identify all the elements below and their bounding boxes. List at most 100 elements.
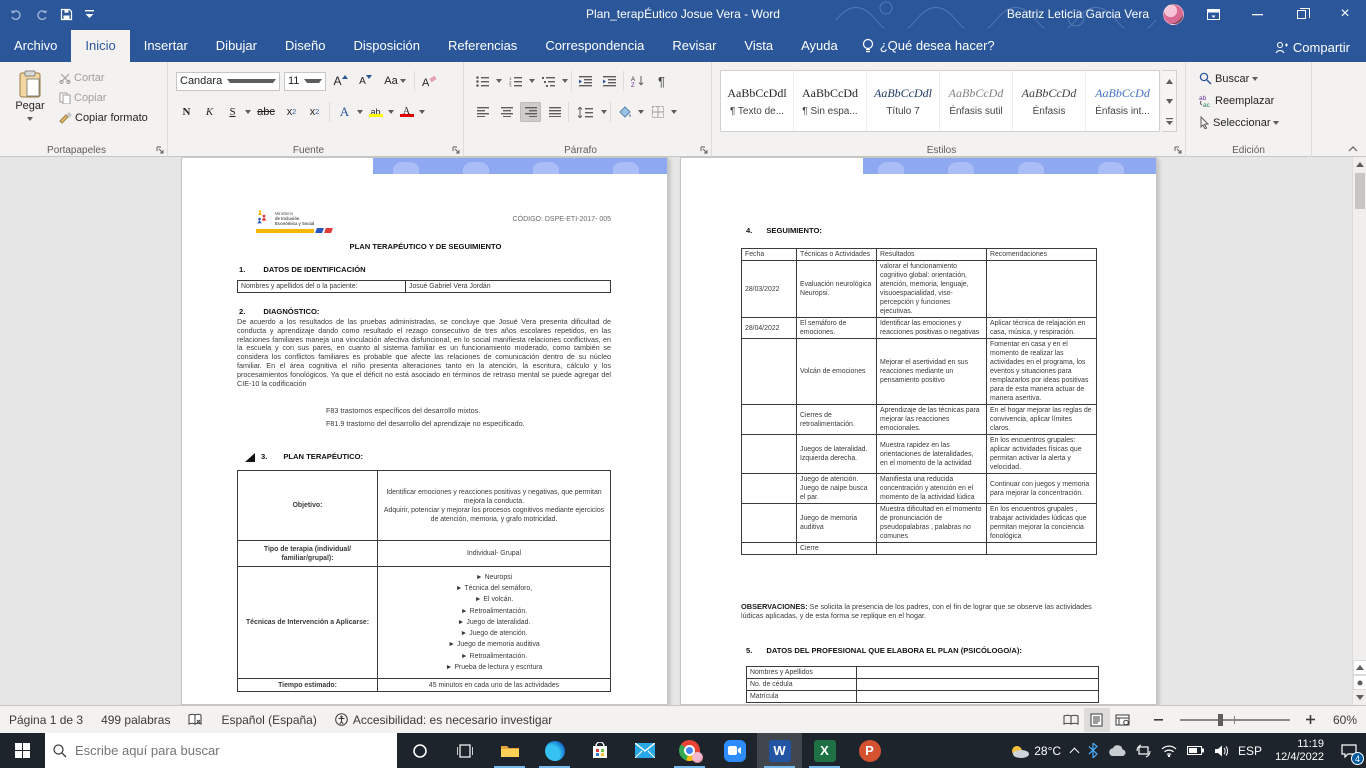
zoom-level[interactable]: 60% (1324, 713, 1366, 727)
word-count[interactable]: 499 palabras (92, 706, 179, 733)
change-case-button[interactable]: Aa (380, 71, 410, 91)
multilevel-list-button[interactable] (538, 71, 559, 91)
tab-revisar[interactable]: Revisar (658, 30, 730, 62)
decrease-indent-button[interactable] (575, 71, 596, 91)
justify-button[interactable] (544, 102, 565, 122)
text-effects-button[interactable]: A (334, 102, 355, 122)
select-browse-object-button[interactable] (1353, 675, 1366, 690)
paste-button[interactable]: Pegar (8, 70, 52, 124)
strikethrough-button[interactable]: abc (253, 102, 279, 122)
numbering-button[interactable]: 123 (505, 71, 526, 91)
tab-correspondencia[interactable]: Correspondencia (531, 30, 658, 62)
minimize-button[interactable] (1242, 0, 1272, 28)
dialog-launcher-icon[interactable] (700, 146, 708, 154)
word-button[interactable]: W (757, 733, 802, 768)
tab-diseno[interactable]: Diseño (271, 30, 339, 62)
task-view-button[interactable] (442, 733, 487, 768)
paste-dropdown[interactable] (27, 117, 33, 121)
battery-icon[interactable] (1182, 733, 1209, 768)
zoom-slider[interactable] (1180, 719, 1290, 721)
copy-button[interactable]: Copiar (56, 90, 151, 106)
style-titulo7[interactable]: AaBbCcDdlTítulo 7 (867, 71, 940, 131)
cortana-button[interactable] (397, 733, 442, 768)
font-size-combo[interactable]: 11 (284, 72, 326, 91)
styles-scroll-down-icon[interactable] (1162, 91, 1176, 111)
print-layout-button[interactable] (1084, 708, 1110, 732)
align-center-button[interactable] (496, 102, 517, 122)
dialog-launcher-icon[interactable] (452, 146, 460, 154)
page-indicator[interactable]: Página 1 de 3 (0, 706, 92, 733)
keyboard-language[interactable]: ESP (1233, 733, 1267, 768)
shrink-font-button[interactable]: A (355, 71, 376, 91)
cast-icon[interactable] (1131, 733, 1156, 768)
share-button[interactable]: Compartir (1275, 40, 1350, 55)
tab-inicio[interactable]: Inicio (71, 30, 129, 62)
align-left-button[interactable] (472, 102, 493, 122)
language-indicator[interactable]: Español (España) (212, 706, 325, 733)
clock[interactable]: 11:19 12/4/2022 (1267, 738, 1332, 764)
tray-expand-icon[interactable] (1066, 733, 1083, 768)
increase-indent-button[interactable] (599, 71, 620, 91)
start-button[interactable] (0, 733, 45, 768)
bullets-button[interactable] (472, 71, 493, 91)
heading-collapse-marker[interactable] (245, 453, 255, 462)
save-icon[interactable] (60, 8, 73, 21)
font-family-combo[interactable]: Candara (176, 72, 280, 91)
previous-page-button[interactable] (1353, 660, 1366, 675)
bold-button[interactable]: N (176, 102, 197, 122)
format-painter-button[interactable]: Copiar formato (56, 110, 151, 126)
redo-icon[interactable] (35, 9, 48, 20)
style-enfasis-sutil[interactable]: AaBbCcDdÉnfasis sutil (940, 71, 1013, 131)
shading-button[interactable] (614, 102, 635, 122)
scroll-up-icon[interactable] (1353, 157, 1366, 172)
styles-more-icon[interactable] (1162, 111, 1176, 131)
clear-formatting-button[interactable]: A (419, 71, 440, 91)
read-mode-button[interactable] (1058, 708, 1084, 732)
file-explorer-button[interactable] (487, 733, 532, 768)
vertical-scrollbar[interactable] (1352, 157, 1366, 705)
tell-me-box[interactable]: ¿Qué desea hacer? (852, 30, 1007, 62)
taskbar-search[interactable] (45, 733, 397, 768)
styles-scroll-up-icon[interactable] (1162, 71, 1176, 91)
style-texto[interactable]: AaBbCcDdl¶ Texto de... (721, 71, 794, 131)
pilcrow-button[interactable]: ¶ (651, 71, 672, 91)
undo-icon[interactable] (10, 9, 23, 20)
tab-ayuda[interactable]: Ayuda (787, 30, 852, 62)
tab-dibujar[interactable]: Dibujar (202, 30, 271, 62)
restore-button[interactable] (1286, 0, 1316, 28)
zoom-app-button[interactable] (712, 733, 757, 768)
wifi-icon[interactable] (1156, 733, 1182, 768)
close-button[interactable]: × (1330, 0, 1360, 28)
store-button[interactable] (577, 733, 622, 768)
style-sin-espaciado[interactable]: AaBbCcDd¶ Sin espa... (794, 71, 867, 131)
underline-button[interactable]: S (222, 102, 243, 122)
select-button[interactable]: Seleccionar (1196, 114, 1282, 131)
volume-icon[interactable] (1209, 733, 1233, 768)
zoom-in-button[interactable] (1298, 708, 1324, 732)
excel-button[interactable]: X (802, 733, 847, 768)
italic-button[interactable]: K (199, 102, 220, 122)
line-spacing-button[interactable] (572, 102, 598, 122)
superscript-button[interactable]: x2 (304, 102, 325, 122)
edge-button[interactable] (532, 733, 577, 768)
subscript-button[interactable]: x2 (281, 102, 302, 122)
sort-button[interactable]: AZ (627, 71, 648, 91)
account-name[interactable]: Beatriz Leticia Garcia Vera (1007, 7, 1149, 21)
avatar[interactable] (1163, 4, 1184, 25)
cut-button[interactable]: Cortar (56, 70, 151, 86)
tab-disposicion[interactable]: Disposición (339, 30, 433, 62)
align-right-button[interactable] (520, 102, 541, 122)
scrollbar-thumb[interactable] (1355, 173, 1365, 209)
bluetooth-icon[interactable] (1083, 733, 1103, 768)
tab-archivo[interactable]: Archivo (0, 30, 71, 62)
weather-widget[interactable]: 28°C (1003, 733, 1066, 768)
scroll-down-icon[interactable] (1353, 690, 1366, 705)
highlight-button[interactable]: ab (365, 102, 386, 122)
borders-button[interactable] (647, 102, 668, 122)
web-layout-button[interactable] (1110, 708, 1136, 732)
zoom-slider-handle[interactable] (1218, 714, 1223, 726)
proofing-icon[interactable] (179, 706, 212, 733)
action-center-button[interactable]: 4 (1332, 733, 1366, 768)
ribbon-display-options-icon[interactable] (1198, 0, 1228, 28)
onedrive-icon[interactable] (1103, 733, 1131, 768)
